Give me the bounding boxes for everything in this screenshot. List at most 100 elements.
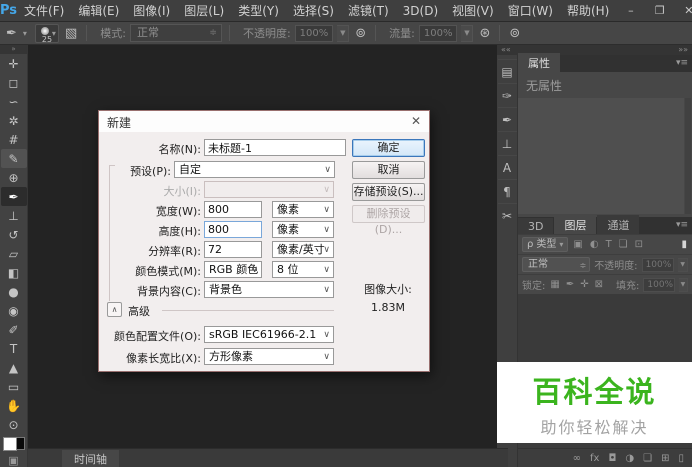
layer-filter-dropdown[interactable]: ρ 类型 ▾ bbox=[522, 237, 568, 252]
shape-tool-icon[interactable]: ▭ bbox=[1, 377, 27, 396]
cancel-button[interactable]: 取消 bbox=[352, 161, 425, 179]
chevron-down-icon[interactable]: ▼ bbox=[461, 25, 473, 42]
pixel-aspect-dropdown[interactable]: 方形像素 bbox=[204, 348, 334, 365]
character-panel-icon[interactable]: A bbox=[498, 155, 517, 179]
resolution-unit-dropdown[interactable]: 像素/英寸 bbox=[272, 241, 334, 258]
background-dropdown[interactable]: 背景色 bbox=[204, 281, 334, 298]
quick-mask-icon[interactable]: ▣ bbox=[8, 454, 18, 467]
eyedropper-tool-icon[interactable]: ✎ bbox=[1, 149, 27, 168]
blend-mode-dropdown[interactable]: 正常 bbox=[130, 24, 222, 42]
panel-menu-icon[interactable]: ▾≡ bbox=[676, 220, 688, 230]
dialog-close-icon[interactable]: ✕ bbox=[411, 114, 421, 128]
brush-preset-picker[interactable]: 25 ▾ bbox=[35, 24, 59, 43]
tab-channels[interactable]: 通道 bbox=[597, 215, 639, 234]
ok-button[interactable]: 确定 bbox=[352, 139, 425, 157]
close-button[interactable]: ✕ bbox=[674, 0, 692, 21]
filter-type-layers-icon[interactable]: T bbox=[605, 239, 613, 250]
fill-value[interactable]: 100% bbox=[643, 278, 674, 292]
dodge-tool-icon[interactable]: ◉ bbox=[1, 301, 27, 320]
pen-tool-icon[interactable]: ✐ bbox=[1, 320, 27, 339]
toolbar-collapse-icon[interactable]: » bbox=[0, 45, 27, 54]
chevron-down-icon[interactable]: ▾ bbox=[23, 29, 27, 38]
maximize-button[interactable]: ❐ bbox=[645, 0, 674, 21]
crop-tool-icon[interactable]: # bbox=[1, 130, 27, 149]
resolution-field[interactable] bbox=[204, 241, 262, 258]
brush-tool-icon[interactable]: ✒ bbox=[1, 187, 27, 206]
healing-brush-tool-icon[interactable]: ⊕ bbox=[1, 168, 27, 187]
layer-mask-icon[interactable]: ◘ bbox=[608, 453, 616, 464]
lock-position-icon[interactable]: ✛ bbox=[579, 279, 589, 290]
chevron-down-icon[interactable]: ▼ bbox=[678, 258, 688, 272]
path-selection-tool-icon[interactable]: ▲ bbox=[1, 358, 27, 377]
menu-3d[interactable]: 3D(D) bbox=[396, 4, 445, 18]
adjustments-panel-icon[interactable]: ▤ bbox=[498, 59, 517, 83]
clone-source-panel-icon[interactable]: ⊥ bbox=[498, 131, 517, 155]
width-field[interactable] bbox=[204, 201, 262, 218]
collapse-panels-icon[interactable]: »» bbox=[678, 45, 688, 55]
menu-file[interactable]: 文件(F) bbox=[17, 2, 71, 19]
height-unit-dropdown[interactable]: 像素 bbox=[272, 221, 334, 238]
tab-3d[interactable]: 3D bbox=[518, 218, 553, 234]
marquee-tool-icon[interactable]: ◻ bbox=[1, 73, 27, 92]
brush-presets-panel-icon[interactable]: ✑ bbox=[498, 83, 517, 107]
magic-wand-tool-icon[interactable]: ✲ bbox=[1, 111, 27, 130]
lock-all-icon[interactable]: ⊠ bbox=[594, 279, 604, 290]
menu-edit[interactable]: 编辑(E) bbox=[71, 2, 126, 19]
link-layers-icon[interactable]: ∞ bbox=[573, 453, 581, 464]
hand-tool-icon[interactable]: ✋ bbox=[1, 396, 27, 415]
color-profile-dropdown[interactable]: sRGB IEC61966-2.1 bbox=[204, 326, 334, 343]
menu-window[interactable]: 窗口(W) bbox=[501, 2, 560, 19]
panel-menu-icon[interactable]: ▾≡ bbox=[676, 58, 688, 68]
filter-smart-objects-icon[interactable]: ⊡ bbox=[634, 239, 644, 250]
collapse-dock-icon[interactable]: «« bbox=[501, 45, 511, 55]
save-preset-button[interactable]: 存储预设(S)... bbox=[352, 183, 425, 201]
filter-pixel-layers-icon[interactable]: ▣ bbox=[572, 239, 583, 250]
filter-shape-layers-icon[interactable]: ❏ bbox=[618, 239, 629, 250]
menu-layer[interactable]: 图层(L) bbox=[177, 2, 231, 19]
chevron-down-icon[interactable]: ▼ bbox=[679, 278, 688, 292]
airbrush-icon[interactable]: ⊛ bbox=[477, 26, 492, 41]
filter-switch-icon[interactable]: ▮ bbox=[680, 239, 688, 250]
brush-settings-panel-icon[interactable]: ✒ bbox=[498, 107, 517, 131]
scrollbar[interactable] bbox=[685, 98, 691, 214]
minimize-button[interactable]: – bbox=[616, 0, 645, 21]
new-layer-icon[interactable]: ⊞ bbox=[661, 453, 669, 464]
menu-image[interactable]: 图像(I) bbox=[126, 2, 177, 19]
adjustment-layer-icon[interactable]: ◑ bbox=[625, 453, 634, 464]
tab-layers[interactable]: 图层 bbox=[554, 215, 596, 234]
opacity-value[interactable]: 100% bbox=[295, 25, 334, 42]
width-unit-dropdown[interactable]: 像素 bbox=[272, 201, 334, 218]
lasso-tool-icon[interactable]: ∽ bbox=[1, 92, 27, 111]
filter-adjustment-layers-icon[interactable]: ◐ bbox=[589, 239, 600, 250]
color-mode-dropdown[interactable]: RGB 颜色 bbox=[204, 261, 262, 278]
paragraph-panel-icon[interactable]: ¶ bbox=[498, 179, 517, 203]
toggle-brush-panel-icon[interactable]: ▧ bbox=[63, 26, 79, 41]
zoom-tool-icon[interactable]: ⊙ bbox=[1, 415, 27, 434]
menu-type[interactable]: 类型(Y) bbox=[231, 2, 286, 19]
menu-filter[interactable]: 滤镜(T) bbox=[341, 2, 396, 19]
eraser-tool-icon[interactable]: ▱ bbox=[1, 244, 27, 263]
opacity-pressure-icon[interactable]: ⊚ bbox=[353, 26, 368, 41]
preset-dropdown[interactable]: 自定 bbox=[174, 161, 335, 178]
blur-tool-icon[interactable]: ● bbox=[1, 282, 27, 301]
lock-pixels-icon[interactable]: ✒ bbox=[565, 279, 575, 290]
foreground-color-swatch[interactable] bbox=[3, 437, 17, 451]
height-field[interactable] bbox=[204, 221, 262, 238]
move-tool-icon[interactable]: ✛ bbox=[1, 54, 27, 73]
name-field[interactable] bbox=[204, 139, 346, 156]
type-tool-icon[interactable]: T bbox=[1, 339, 27, 358]
layer-style-icon[interactable]: fx bbox=[590, 453, 599, 464]
menu-select[interactable]: 选择(S) bbox=[286, 2, 341, 19]
size-pressure-icon[interactable]: ⊚ bbox=[507, 26, 522, 41]
tab-properties[interactable]: 属性 bbox=[518, 53, 560, 72]
menu-view[interactable]: 视图(V) bbox=[445, 2, 501, 19]
bit-depth-dropdown[interactable]: 8 位 bbox=[272, 261, 334, 278]
layers-opacity-value[interactable]: 100% bbox=[642, 258, 675, 272]
advanced-toggle-icon[interactable]: ∧ bbox=[107, 302, 122, 317]
clone-stamp-tool-icon[interactable]: ⊥ bbox=[1, 206, 27, 225]
layers-blend-mode-dropdown[interactable]: 正常 bbox=[522, 257, 590, 272]
gradient-tool-icon[interactable]: ◧ bbox=[1, 263, 27, 282]
tool-presets-panel-icon[interactable]: ✂ bbox=[498, 203, 517, 227]
chevron-down-icon[interactable]: ▼ bbox=[337, 25, 349, 42]
menu-help[interactable]: 帮助(H) bbox=[560, 2, 616, 19]
